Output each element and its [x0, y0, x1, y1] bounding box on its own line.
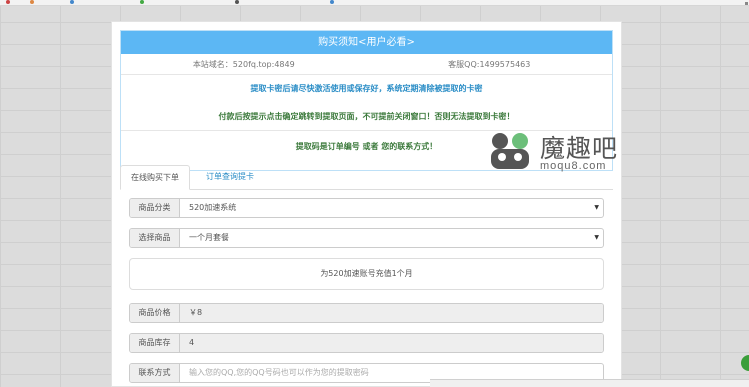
bookmark-icon[interactable]	[30, 0, 34, 4]
floating-badge-icon[interactable]	[741, 355, 749, 371]
logo-mark-icon	[491, 133, 529, 169]
bookmark-icon[interactable]	[70, 0, 74, 4]
site-domain: 本站域名：520fq.top:4849	[192, 60, 295, 69]
watermark-url: moqu8.com	[540, 160, 607, 172]
notice-line-1: 提取卡密后请尽快激活使用或保存好，系统定期清除被提取的卡密	[250, 83, 483, 93]
category-select-row: 商品分类 520加速系统 ▼	[129, 198, 604, 218]
product-select-row: 选择商品 一个月套餐 ▼	[129, 228, 604, 248]
browser-bookmarks-bar	[0, 0, 749, 6]
price-field: ￥8	[180, 304, 603, 322]
chevron-down-icon: ▼	[594, 204, 599, 211]
product-label: 选择商品	[130, 229, 180, 247]
chevron-down-icon: ▼	[594, 234, 599, 241]
product-description: 为520加速账号充值1个月	[129, 258, 604, 290]
scrollbar-arrow[interactable]	[745, 2, 748, 5]
watermark-logo: 魔趣吧 moqu8.com	[488, 127, 646, 175]
main-container: 购买须知<用户必看> 本站域名：520fq.top:4849 客服QQ:1499…	[111, 21, 622, 387]
category-select[interactable]: 520加速系统 ▼	[180, 199, 603, 217]
product-value: 一个月套餐	[189, 233, 229, 242]
browser-status-bar	[430, 379, 749, 387]
tab-buy-online[interactable]: 在线购买下单	[120, 165, 190, 190]
support-qq: 客服QQ:1499575463	[448, 60, 531, 69]
product-select[interactable]: 一个月套餐 ▼	[180, 229, 603, 247]
bookmark-icon[interactable]	[235, 0, 239, 4]
category-value: 520加速系统	[189, 203, 237, 212]
tab-order-query[interactable]: 订单查询提卡	[196, 165, 264, 190]
stock-label: 商品库存	[130, 334, 180, 352]
notice-info-row: 本站域名：520fq.top:4849 客服QQ:1499575463	[121, 54, 612, 75]
bookmark-icon[interactable]	[6, 0, 10, 4]
bookmark-icon[interactable]	[140, 0, 144, 4]
notice-title: 购买须知<用户必看>	[121, 31, 612, 54]
stock-field: 4	[180, 334, 603, 352]
price-label: 商品价格	[130, 304, 180, 322]
price-row: 商品价格 ￥8	[129, 303, 604, 323]
contact-label: 联系方式	[130, 364, 180, 382]
bookmark-icon[interactable]	[330, 0, 334, 4]
stock-row: 商品库存 4	[129, 333, 604, 353]
category-label: 商品分类	[130, 199, 180, 217]
